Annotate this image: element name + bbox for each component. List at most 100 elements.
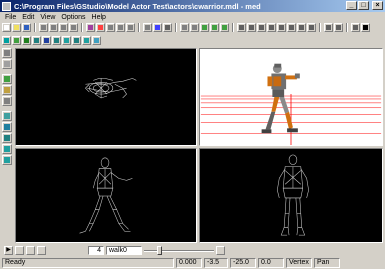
status-x: 0.000 <box>176 258 202 268</box>
close-button[interactable]: × <box>372 1 383 10</box>
tb1-button-30[interactable] <box>334 23 343 32</box>
tb1-button-5[interactable] <box>49 23 58 32</box>
stop-button[interactable] <box>15 245 24 255</box>
tb2-button-6[interactable] <box>52 36 61 45</box>
toolbar-separator <box>346 23 348 32</box>
tb2-button-10[interactable] <box>92 36 101 45</box>
status-y: -3.5 <box>204 258 228 268</box>
left-tool-button-4[interactable] <box>2 85 12 95</box>
tb1-button-26[interactable] <box>287 23 296 32</box>
tb1-button-13[interactable] <box>143 23 152 32</box>
tb1-button-2[interactable] <box>12 23 21 32</box>
viewport-front[interactable] <box>199 148 383 243</box>
slider-thumb[interactable] <box>157 245 162 255</box>
toolbar-separator <box>81 23 83 32</box>
left-tool-button-8[interactable] <box>2 133 12 143</box>
tb1-button-18[interactable] <box>200 23 209 32</box>
tb1-button-15[interactable] <box>163 23 172 32</box>
tb1-button-12[interactable] <box>126 23 135 32</box>
viewport-top[interactable] <box>15 48 197 146</box>
tb2-button-7[interactable] <box>62 36 71 45</box>
tb1-button-23[interactable] <box>257 23 266 32</box>
slider-end-button[interactable] <box>216 245 225 255</box>
left-toolbox <box>2 48 13 165</box>
tb1-button-17[interactable] <box>190 23 199 32</box>
tb1-button-28[interactable] <box>307 23 316 32</box>
warrior-model <box>261 63 300 134</box>
menu-edit[interactable]: Edit <box>19 14 37 21</box>
tb2-button-1[interactable] <box>2 36 11 45</box>
wireframe-side-view <box>79 157 133 234</box>
menu-help[interactable]: Help <box>89 14 109 21</box>
tb1-button-14[interactable] <box>153 23 162 32</box>
tb2-button-4[interactable] <box>32 36 41 45</box>
left-tool-button-7[interactable] <box>2 122 12 132</box>
title-bar: C:\Program Files\GStudio\Model Actor Tes… <box>0 0 385 12</box>
animation-select[interactable]: walk0 <box>106 245 142 255</box>
viewport-side[interactable] <box>15 148 197 243</box>
minimize-button[interactable]: _ <box>346 1 357 10</box>
left-tool-button-2[interactable] <box>2 59 12 69</box>
view-toolbar <box>2 35 101 46</box>
perspective-render <box>200 63 382 145</box>
left-tool-button-6[interactable] <box>2 111 12 121</box>
tb1-button-31[interactable] <box>351 23 360 32</box>
menu-file[interactable]: File <box>2 14 19 21</box>
tb1-button-9[interactable] <box>96 23 105 32</box>
tb1-button-11[interactable] <box>116 23 125 32</box>
left-tool-button-1[interactable] <box>2 48 12 58</box>
tb2-button-5[interactable] <box>42 36 51 45</box>
toolbar-separator <box>319 23 321 32</box>
tb1-button-10[interactable] <box>106 23 115 32</box>
menu-view[interactable]: View <box>37 14 58 21</box>
tb2-button-9[interactable] <box>82 36 91 45</box>
step-back-button[interactable] <box>26 245 35 255</box>
toolbox-gap <box>2 70 13 73</box>
status-z: -25.0 <box>230 258 256 268</box>
tb1-button-29[interactable] <box>324 23 333 32</box>
tb1-button-7[interactable] <box>69 23 78 32</box>
toolbar-separator <box>175 23 177 32</box>
tb2-button-3[interactable] <box>22 36 31 45</box>
tb1-button-16[interactable] <box>180 23 189 32</box>
play-button[interactable]: ▶ <box>4 245 13 255</box>
slider-track <box>144 249 214 252</box>
left-tool-button-5[interactable] <box>2 96 12 106</box>
tb1-button-22[interactable] <box>247 23 256 32</box>
wireframe-top-view <box>85 78 137 99</box>
left-tool-button-3[interactable] <box>2 74 12 84</box>
toolbar-separator <box>232 23 234 32</box>
viewport-perspective[interactable] <box>199 48 383 146</box>
main-toolbar <box>2 22 370 33</box>
status-tool: Pan <box>314 258 340 268</box>
tb1-button-27[interactable] <box>297 23 306 32</box>
toolbox-gap <box>2 107 13 110</box>
tb1-button-24[interactable] <box>267 23 276 32</box>
toolbar-separator <box>34 23 36 32</box>
tb1-button-19[interactable] <box>210 23 219 32</box>
status-w: 0.0 <box>258 258 284 268</box>
tb1-button-8[interactable] <box>86 23 95 32</box>
tb2-button-2[interactable] <box>12 36 21 45</box>
tb1-button-3[interactable] <box>22 23 31 32</box>
left-tool-button-10[interactable] <box>2 155 12 165</box>
left-tool-button-9[interactable] <box>2 144 12 154</box>
maximize-button[interactable]: □ <box>358 1 369 10</box>
tb1-button-25[interactable] <box>277 23 286 32</box>
timeline-slider[interactable] <box>144 245 214 255</box>
menu-options[interactable]: Options <box>58 14 88 21</box>
tb1-button-20[interactable] <box>220 23 229 32</box>
tb1-button-21[interactable] <box>237 23 246 32</box>
app-icon <box>2 1 11 11</box>
tb2-button-8[interactable] <box>72 36 81 45</box>
frame-field[interactable]: 4 <box>88 245 104 255</box>
status-mode: Vertex <box>286 258 312 268</box>
tb1-button-6[interactable] <box>59 23 68 32</box>
status-bar: Ready 0.000 -3.5 -25.0 0.0 Vertex Pan <box>0 257 385 269</box>
animation-bar: ▶ 4 walk0 <box>0 244 385 256</box>
tb1-button-32[interactable] <box>361 23 370 32</box>
tb1-button-4[interactable] <box>39 23 48 32</box>
window-title: C:\Program Files\GStudio\Model Actor Tes… <box>14 1 261 11</box>
tb1-button-1[interactable] <box>2 23 11 32</box>
step-forward-button[interactable] <box>37 245 46 255</box>
